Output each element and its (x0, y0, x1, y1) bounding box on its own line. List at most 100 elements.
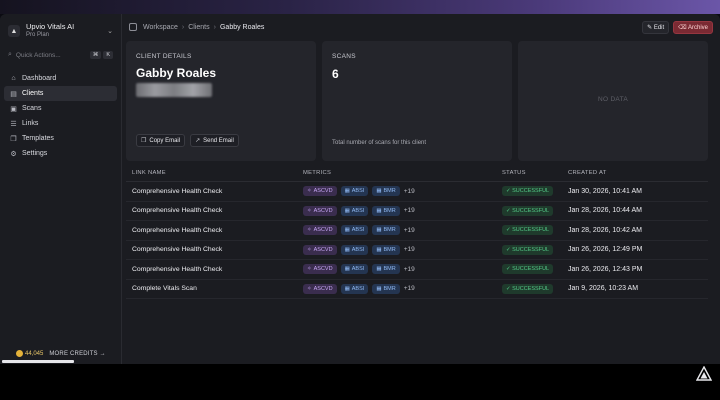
calculator-icon: ▦ (376, 285, 382, 292)
sidebar: ▲ Upvio Vitals AI Pro Plan ⌄ ⌕ Quick Act… (0, 14, 122, 364)
row-created-at: Jan 9, 2026, 10:23 AM (568, 285, 639, 293)
row-metrics: ✧ ASCVD ▦ ABSI ▦ BMR +19 (303, 205, 502, 216)
metric-ascvd-badge: ✧ ASCVD (303, 186, 337, 197)
calculator-icon: ▦ (376, 227, 382, 234)
calculator-icon: ▦ (344, 207, 350, 214)
row-link-name: Comprehensive Health Check (132, 265, 223, 273)
redacted-email (136, 83, 212, 97)
header-created-at: CREATED AT (568, 169, 607, 176)
row-metrics: ✧ ASCVD ▦ ABSI ▦ BMR +19 (303, 186, 502, 197)
sidebar-nav: ⌂ Dashboard ▤ Clients ▣ Scans ☰ Links ❐ Templ… (0, 71, 121, 161)
metric-label: ASCVD (313, 207, 333, 214)
more-metrics-count: +19 (403, 265, 415, 273)
row-link-name: Comprehensive Health Check (132, 246, 223, 254)
more-metrics-count: +19 (403, 207, 415, 215)
sidebar-item-label: Templates (22, 135, 54, 142)
external-link-icon: ↗ (195, 138, 201, 144)
metric-bmr-badge: ▦ BMR (372, 283, 400, 294)
coin-icon (16, 350, 23, 357)
edit-button[interactable]: ✎ Edit (642, 20, 670, 34)
table-row[interactable]: Comprehensive Health Check ✧ ASCVD ▦ ABSI ▦ BM… (126, 221, 708, 241)
row-created-at: Jan 26, 2026, 12:49 PM (568, 246, 643, 254)
app-window: ▲ Upvio Vitals AI Pro Plan ⌄ ⌕ Quick Act… (0, 14, 720, 364)
sidebar-item-scans[interactable]: ▣ Scans (4, 101, 117, 116)
topbar: Workspace › Clients › Gabby Roales ✎ Edi… (122, 14, 720, 40)
table-row[interactable]: Comprehensive Health Check ✧ ASCVD ▦ ABSI ▦ BM… (126, 241, 708, 260)
metric-ascvd-badge: ✧ ASCVD (303, 225, 337, 236)
quick-actions[interactable]: ⌕ Quick Actions... ⌘ K (8, 48, 113, 62)
status-badge: ✓ SUCCESSFUL (502, 225, 554, 236)
metric-ascvd-badge: ✧ ASCVD (303, 283, 337, 294)
breadcrumb-current: Gabby Roales (219, 23, 265, 31)
metric-bmr-badge: ▦ BMR (372, 205, 400, 216)
calculator-icon: ▦ (344, 188, 350, 195)
calculator-icon: ▦ (376, 266, 382, 273)
row-metrics: ✧ ASCVD ▦ ABSI ▦ BMR +19 (303, 225, 502, 236)
sidebar-item-links[interactable]: ☰ Links (4, 116, 117, 131)
sidebar-item-label: Scans (22, 105, 42, 112)
metric-absi-badge: ▦ ABSI (340, 205, 369, 216)
breadcrumb-clients[interactable]: Clients (188, 24, 209, 31)
metric-label: BMR (383, 227, 396, 234)
metric-bmr-badge: ▦ BMR (372, 264, 400, 275)
metric-bmr-badge: ▦ BMR (372, 186, 400, 197)
row-link-name: Comprehensive Health Check (132, 187, 223, 195)
brand-triangle-logo-icon (696, 366, 712, 381)
metric-absi-badge: ▦ ABSI (340, 225, 369, 236)
send-email-label: Send Email (203, 137, 234, 144)
credits-widget[interactable]: 44,045 MORE CREDITS → (16, 350, 106, 357)
metric-label: ASCVD (313, 246, 333, 253)
status-badge: ✓ SUCCESSFUL (502, 205, 554, 216)
table-row[interactable]: Comprehensive Health Check ✧ ASCVD ▦ ABSI ▦ BM… (126, 202, 708, 221)
calculator-icon: ▦ (376, 188, 382, 195)
more-credits-button[interactable]: MORE CREDITS → (49, 351, 105, 357)
metric-label: BMR (383, 207, 396, 214)
header-status: STATUS (502, 169, 526, 176)
sidebar-item-templates[interactable]: ❐ Templates (4, 131, 117, 146)
sidebar-item-label: Links (22, 120, 39, 127)
links-icon: ☰ (10, 120, 17, 128)
row-link-name: Comprehensive Health Check (132, 207, 223, 215)
metric-label: ABSI (351, 285, 365, 292)
sidebar-item-settings[interactable]: ⚙ Settings (4, 146, 117, 161)
metric-label: BMR (383, 285, 396, 292)
sidebar-toggle-icon[interactable] (129, 23, 137, 31)
metric-label: ASCVD (313, 266, 333, 273)
row-metrics: ✧ ASCVD ▦ ABSI ▦ BMR +19 (303, 244, 502, 255)
status-badge: ✓ SUCCESSFUL (502, 186, 554, 197)
sidebar-item-dashboard[interactable]: ⌂ Dashboard (4, 71, 117, 86)
heart-icon: ✧ (307, 246, 312, 253)
copy-email-button[interactable]: ❐ Copy Email (136, 134, 186, 147)
quick-actions-label: Quick Actions... (15, 51, 61, 59)
org-logo-icon: ▲ (8, 25, 20, 37)
scans-card: SCANS 6 Total number of scans for this c… (322, 41, 512, 161)
table-row[interactable]: Complete Vitals Scan ✧ ASCVD ▦ ABSI ▦ BMR +19 ✓ … (126, 280, 708, 299)
more-metrics-count: +19 (403, 285, 415, 293)
search-icon: ⌕ (8, 51, 12, 58)
heart-icon: ✧ (307, 188, 312, 195)
settings-icon: ⚙ (10, 150, 17, 158)
header-metrics: METRICS (303, 169, 332, 176)
table-row[interactable]: Comprehensive Health Check ✧ ASCVD ▦ ABSI ▦ BM… (126, 182, 708, 202)
metric-bmr-badge: ▦ BMR (372, 244, 400, 255)
send-email-button[interactable]: ↗ Send Email (190, 134, 239, 147)
status-badge: ✓ SUCCESSFUL (502, 264, 554, 275)
client-details-card: CLIENT DETAILS Gabby Roales ❐ Copy Email … (126, 41, 316, 161)
table-row[interactable]: Comprehensive Health Check ✧ ASCVD ▦ ABSI ▦ BM… (126, 260, 708, 280)
org-name: Upvio Vitals AI (26, 22, 75, 31)
heart-icon: ✧ (307, 207, 312, 214)
heart-icon: ✧ (307, 227, 312, 234)
archive-button[interactable]: ⌫ Archive (673, 20, 713, 34)
metric-label: ABSI (351, 246, 365, 253)
main-content: Workspace › Clients › Gabby Roales ✎ Edi… (122, 14, 720, 364)
row-metrics: ✧ ASCVD ▦ ABSI ▦ BMR +19 (303, 283, 502, 294)
breadcrumb-workspace[interactable]: Workspace (143, 24, 178, 31)
heart-icon: ✧ (307, 285, 312, 292)
copy-icon: ❐ (141, 138, 147, 144)
row-metrics: ✧ ASCVD ▦ ABSI ▦ BMR +19 (303, 264, 502, 275)
sidebar-item-clients[interactable]: ▤ Clients (4, 86, 117, 101)
org-switcher[interactable]: ▲ Upvio Vitals AI Pro Plan ⌄ (0, 14, 121, 42)
status-badge: ✓ SUCCESSFUL (502, 244, 554, 255)
metric-bmr-badge: ▦ BMR (372, 225, 400, 236)
metric-absi-badge: ▦ ABSI (340, 283, 369, 294)
